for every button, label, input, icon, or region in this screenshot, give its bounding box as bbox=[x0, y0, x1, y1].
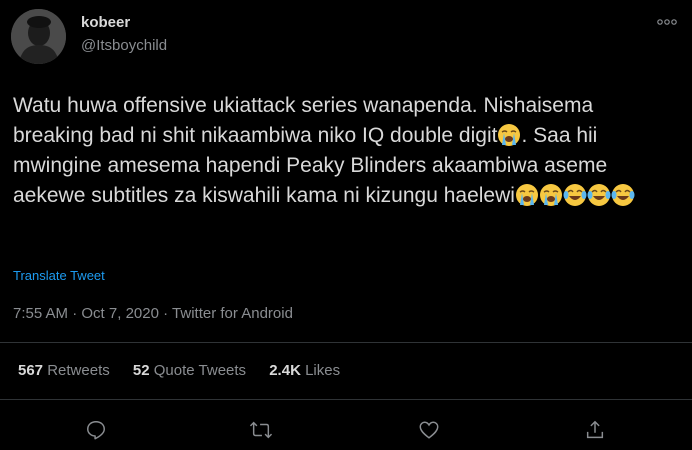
face-with-tears-of-joy-emoji-icon bbox=[563, 183, 587, 207]
quote-tweets-label: Quote Tweets bbox=[153, 362, 247, 379]
face-with-tears-of-joy-emoji-icon bbox=[587, 183, 611, 207]
retweet-icon[interactable] bbox=[248, 417, 274, 443]
retweets-stat[interactable]: 567 Retweets bbox=[18, 362, 110, 379]
user-avatar-photo-icon bbox=[11, 9, 66, 64]
quote-tweets-stat[interactable]: 52 Quote Tweets bbox=[133, 362, 246, 379]
tweet-meta: 7:55 AM · Oct 7, 2020 · Twitter for Andr… bbox=[13, 305, 293, 322]
share-icon[interactable] bbox=[582, 417, 608, 443]
tweet-source[interactable]: Twitter for Android bbox=[172, 305, 293, 322]
loudly-crying-face-emoji-icon bbox=[539, 183, 563, 207]
author-display-name[interactable]: kobeer bbox=[81, 14, 130, 31]
heart-icon[interactable] bbox=[416, 417, 442, 443]
more-icon[interactable] bbox=[656, 14, 678, 30]
avatar[interactable] bbox=[11, 9, 66, 64]
translate-tweet-link[interactable]: Translate Tweet bbox=[13, 268, 105, 283]
author-handle[interactable]: @Itsboychild bbox=[81, 37, 167, 54]
retweets-label: Retweets bbox=[47, 362, 110, 379]
loudly-crying-face-emoji-icon bbox=[497, 123, 521, 147]
likes-label: Likes bbox=[305, 362, 341, 379]
likes-stat[interactable]: 2.4K Likes bbox=[269, 362, 340, 379]
retweets-count: 567 bbox=[18, 362, 44, 379]
divider bbox=[0, 399, 692, 400]
face-with-tears-of-joy-emoji-icon bbox=[611, 183, 635, 207]
likes-count: 2.4K bbox=[269, 362, 301, 379]
quote-tweets-count: 52 bbox=[132, 362, 150, 379]
loudly-crying-face-emoji-icon bbox=[515, 183, 539, 207]
tweet-text: Watu huwa offensive ukiattack series wan… bbox=[13, 91, 673, 211]
meta-separator: · bbox=[72, 305, 78, 322]
tweet-date[interactable]: Oct 7, 2020 bbox=[81, 305, 159, 322]
divider bbox=[0, 342, 692, 343]
tweet-stats: 567 Retweets 52 Quote Tweets 2.4K Likes bbox=[18, 362, 359, 379]
reply-icon[interactable] bbox=[83, 417, 109, 443]
tweet-time[interactable]: 7:55 AM bbox=[13, 305, 68, 322]
tweet-actions bbox=[0, 417, 692, 443]
meta-separator: · bbox=[163, 305, 169, 322]
